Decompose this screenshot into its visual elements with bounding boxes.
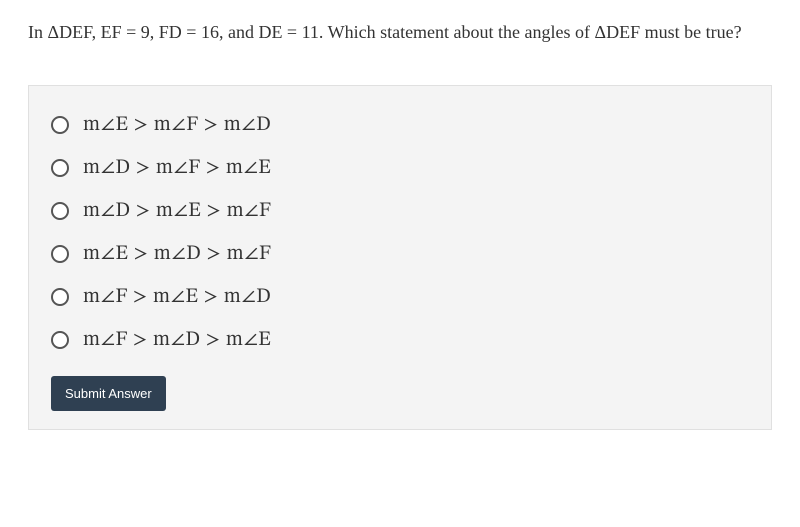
question-text: In ΔDEF, EF = 9, FD = 16, and DE = 11. W…: [28, 22, 742, 42]
submit-label: Submit Answer: [65, 386, 152, 401]
answers-panel: m∠E > m∠F > m∠D m∠D > m∠F > m∠E m∠D > m∠…: [28, 85, 772, 430]
radio-unchecked-icon[interactable]: [51, 245, 69, 263]
radio-unchecked-icon[interactable]: [51, 116, 69, 134]
submit-button[interactable]: Submit Answer: [51, 376, 166, 411]
option-row[interactable]: m∠D > m∠F > m∠E: [51, 147, 749, 190]
option-label: m∠E > m∠D > m∠F: [83, 242, 271, 267]
option-row[interactable]: m∠D > m∠E > m∠F: [51, 190, 749, 233]
option-label: m∠D > m∠E > m∠F: [83, 199, 271, 224]
option-row[interactable]: m∠E > m∠D > m∠F: [51, 233, 749, 276]
option-row[interactable]: m∠E > m∠F > m∠D: [51, 104, 749, 147]
radio-unchecked-icon[interactable]: [51, 202, 69, 220]
radio-unchecked-icon[interactable]: [51, 331, 69, 349]
option-label: m∠E > m∠F > m∠D: [83, 113, 271, 138]
radio-unchecked-icon[interactable]: [51, 159, 69, 177]
option-label: m∠F > m∠E > m∠D: [83, 285, 271, 310]
option-row[interactable]: m∠F > m∠E > m∠D: [51, 276, 749, 319]
question-prompt: In ΔDEF, EF = 9, FD = 16, and DE = 11. W…: [0, 0, 800, 57]
radio-unchecked-icon[interactable]: [51, 288, 69, 306]
option-label: m∠F > m∠D > m∠E: [83, 328, 271, 353]
option-label: m∠D > m∠F > m∠E: [83, 156, 271, 181]
option-row[interactable]: m∠F > m∠D > m∠E: [51, 319, 749, 362]
